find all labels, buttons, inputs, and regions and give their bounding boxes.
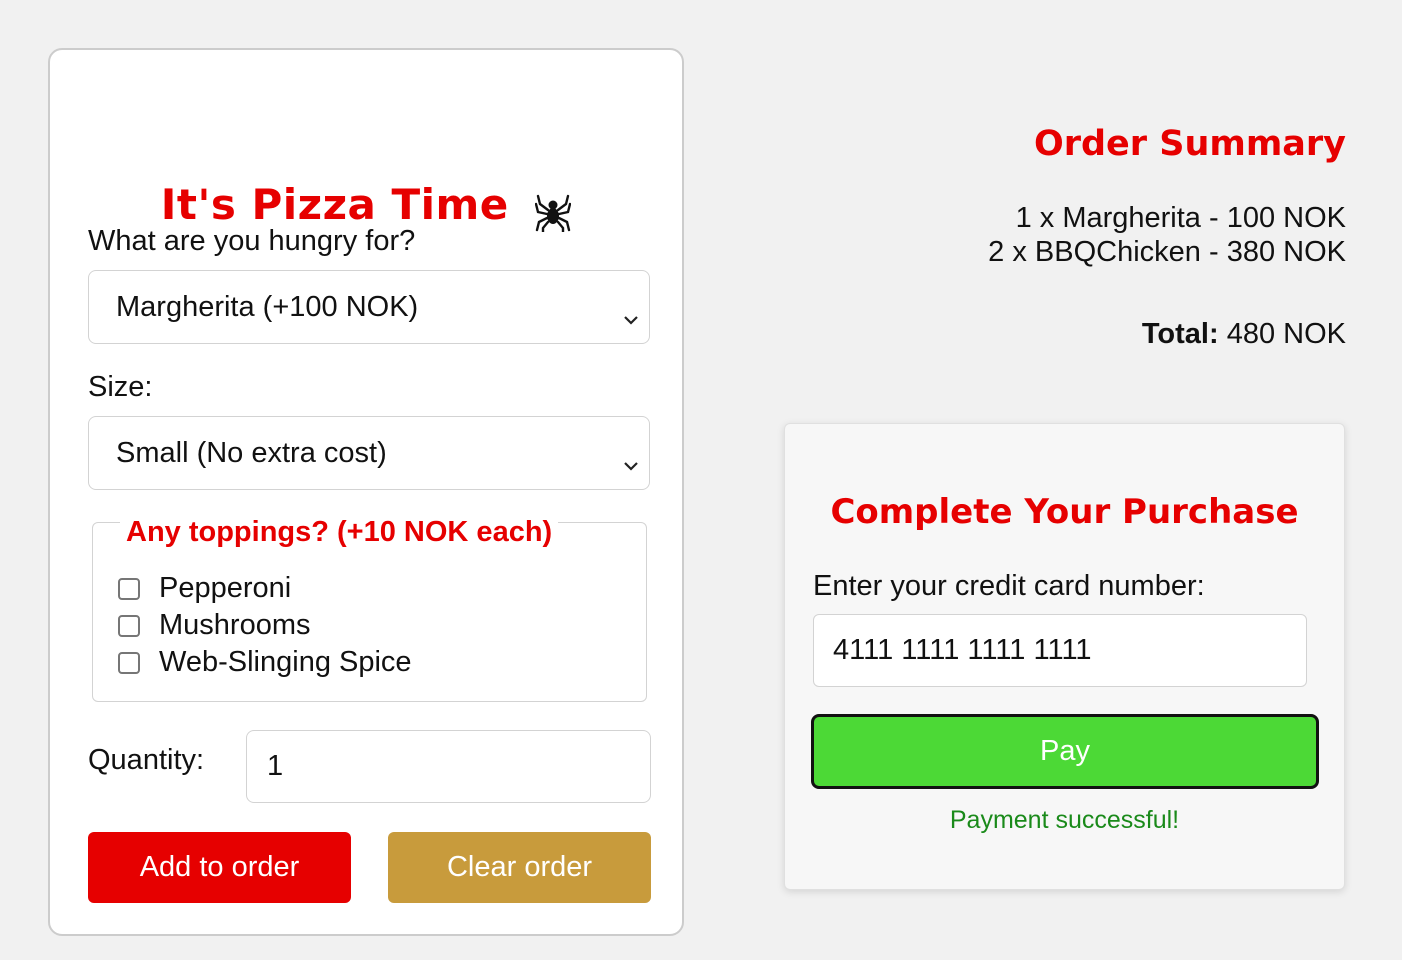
pizza-select[interactable]: Margherita (+100 NOK) — [88, 270, 650, 344]
quantity-value: 1 — [267, 750, 284, 782]
topping-label: Web-Slinging Spice — [159, 646, 412, 678]
size-select[interactable]: Small (No extra cost) — [88, 416, 650, 490]
topping-option-pepperoni[interactable]: Pepperoni — [118, 572, 291, 605]
card-number-input[interactable]: 4111 1111 1111 1111 — [813, 614, 1307, 687]
pepperoni-checkbox[interactable] — [118, 577, 140, 600]
order-card: It's Pizza Time What are you hungry for? — [48, 48, 684, 936]
topping-option-mushrooms[interactable]: Mushrooms — [118, 609, 311, 642]
pizza-label: What are you hungry for? — [88, 225, 416, 257]
total-value: 480 NOK — [1226, 318, 1346, 350]
chevron-down-icon — [623, 301, 639, 334]
card-number-value: 4111 1111 1111 1111 — [833, 634, 1092, 666]
add-to-order-button[interactable]: Add to order — [88, 832, 351, 903]
summary-item: 2 x BBQChicken - 380 NOK — [988, 236, 1346, 268]
card-number-label: Enter your credit card number: — [813, 570, 1205, 602]
spider-icon — [535, 192, 572, 237]
quantity-label: Quantity: — [88, 744, 205, 776]
pay-button[interactable]: Pay — [811, 714, 1319, 789]
order-total: Total: 480 NOK — [1142, 318, 1346, 351]
order-summary-title: Order Summary — [1033, 124, 1346, 164]
web-slinging-spice-checkbox[interactable] — [118, 651, 140, 674]
topping-label: Mushrooms — [159, 609, 311, 641]
pizza-select-value: Margherita (+100 NOK) — [116, 290, 419, 323]
payment-status: Payment successful! — [949, 806, 1180, 834]
topping-option-web-slinging-spice[interactable]: Web-Slinging Spice — [118, 646, 412, 679]
toppings-legend: Any toppings? (+10 NOK each) — [120, 516, 559, 549]
payment-title: Complete Your Purchase — [830, 492, 1299, 532]
mushrooms-checkbox[interactable] — [118, 614, 140, 637]
topping-label: Pepperoni — [159, 572, 292, 604]
page-title: It's Pizza Time — [160, 180, 509, 229]
chevron-down-icon — [623, 447, 639, 480]
summary-item: 1 x Margherita - 100 NOK — [1015, 202, 1346, 234]
size-select-value: Small (No extra cost) — [116, 436, 387, 469]
quantity-input[interactable]: 1 — [246, 730, 651, 803]
size-label: Size: — [88, 371, 153, 403]
payment-card: Complete Your Purchase Enter your credit… — [784, 423, 1345, 890]
total-label: Total: — [1141, 318, 1219, 350]
clear-order-button[interactable]: Clear order — [388, 832, 651, 903]
